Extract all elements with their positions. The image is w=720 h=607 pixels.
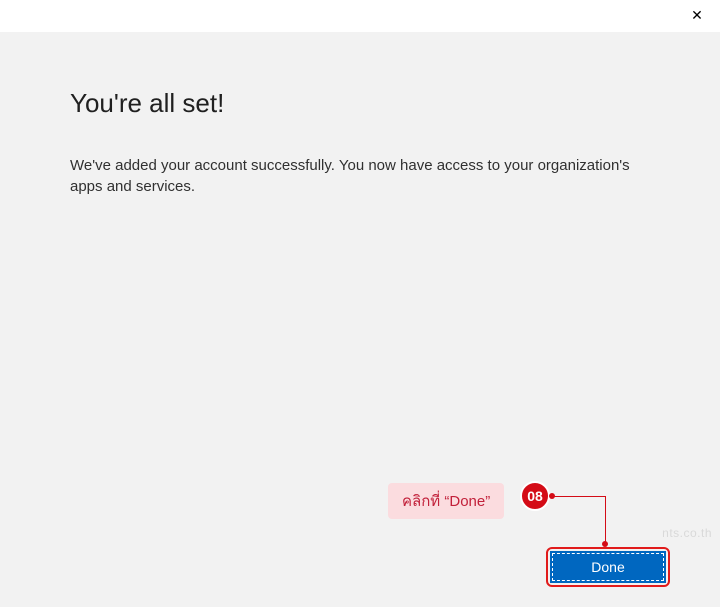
page-title: You're all set!: [70, 88, 650, 119]
titlebar: ✕: [0, 0, 720, 32]
annotation-step-badge: 08: [520, 481, 550, 511]
done-button[interactable]: Done: [552, 553, 664, 581]
done-button-label: Done: [591, 559, 624, 575]
page-description: We've added your account successfully. Y…: [70, 155, 630, 197]
annotation-leader-line: [605, 496, 606, 543]
annotation-leader-line: [552, 496, 606, 497]
annotation-callout: คลิกที่ “Done”: [388, 483, 504, 519]
dialog-body: You're all set! We've added your account…: [0, 32, 720, 607]
watermark-text: nts.co.th: [662, 526, 712, 540]
annotation-highlight-box: Done: [546, 547, 670, 587]
close-button[interactable]: ✕: [674, 0, 720, 30]
close-icon: ✕: [691, 7, 703, 24]
